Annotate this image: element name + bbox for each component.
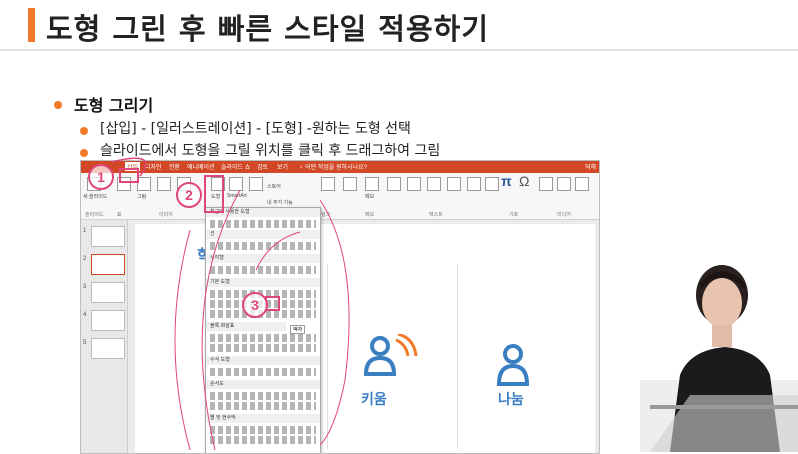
presenter-video xyxy=(650,265,798,452)
